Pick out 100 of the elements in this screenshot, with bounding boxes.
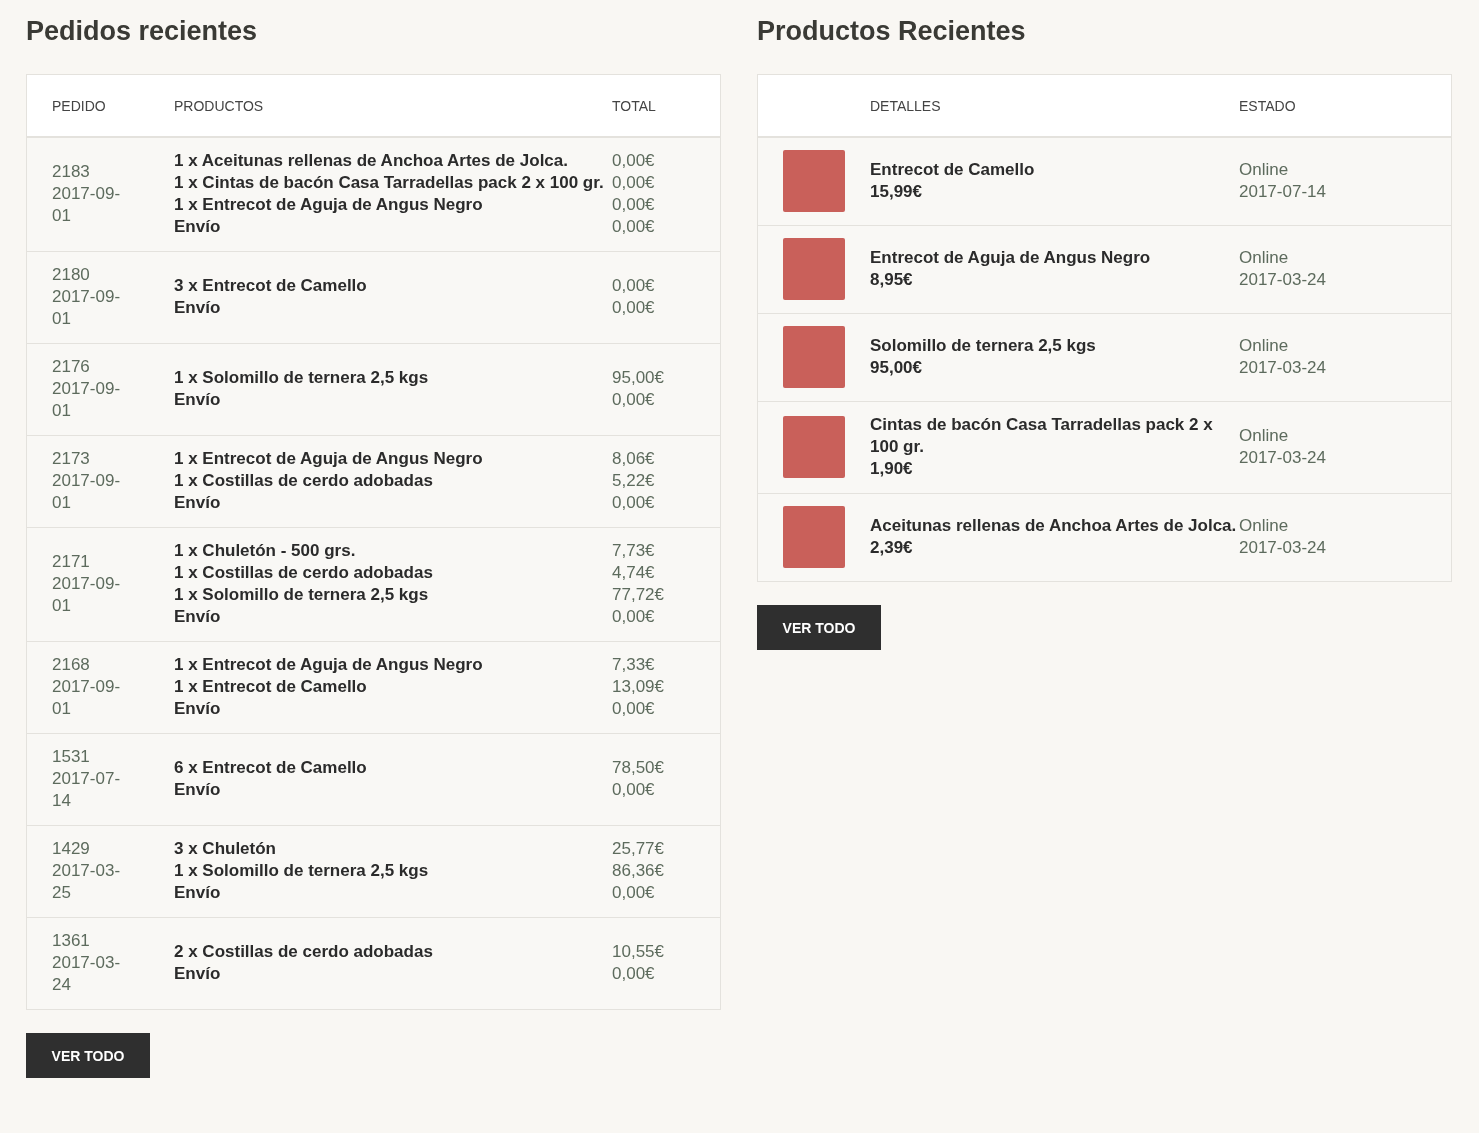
line-total: 78,50€ — [612, 757, 665, 779]
product-status: Online — [1239, 159, 1290, 181]
product-price: 8,95€ — [870, 269, 914, 291]
column-header: DETALLES — [870, 97, 942, 114]
order-number: 2180 — [52, 264, 91, 286]
line-total: 0,00€ — [612, 297, 656, 319]
order-line: 1 x Aceitunas rellenas de Anchoa Artes de Jolca. — [174, 150, 569, 172]
order-line: 1 x Solomillo de ternera 2,5 kgs — [174, 860, 430, 882]
order-number: 1361 — [52, 930, 91, 952]
order-number: 2183 — [52, 161, 91, 183]
line-total: 0,00€ — [612, 150, 656, 172]
product-date: 2017-03-24 — [1239, 447, 1327, 469]
product-status: Online — [1239, 335, 1290, 357]
line-total: 25,77€ — [612, 838, 665, 860]
line-total: 0,00€ — [612, 606, 656, 628]
order-line: 1 x Cintas de bacón Casa Tarradellas pack 2 x 100 gr. — [174, 172, 605, 194]
section-title: Pedidos recientes — [26, 15, 259, 48]
product-price: 95,00€ — [870, 357, 923, 379]
line-total: 13,09€ — [612, 676, 665, 698]
order-line: 1 x Costillas de cerdo adobadas — [174, 562, 434, 584]
product-name: Entrecot de Camello — [870, 159, 1036, 181]
order-line: Envío — [174, 606, 222, 628]
column-header: PRODUCTOS — [174, 97, 265, 114]
product-photo-placeholder — [783, 326, 845, 388]
line-total: 8,06€ — [612, 448, 656, 470]
order-line: 3 x Entrecot de Camello — [174, 275, 368, 297]
order-line: Envío — [174, 882, 222, 904]
line-total: 0,00€ — [612, 492, 656, 514]
column-header: TOTAL — [612, 97, 657, 114]
product-price: 15,99€ — [870, 181, 923, 203]
order-line: Envío — [174, 297, 222, 319]
product-name: Solomillo de ternera 2,5 kgs — [870, 335, 1097, 357]
order-date: 2017-09-01 — [52, 573, 122, 617]
order-date: 2017-07-14 — [52, 768, 122, 812]
order-number: 2173 — [52, 448, 91, 470]
product-status: Online — [1239, 515, 1290, 537]
product-date: 2017-07-14 — [1239, 181, 1327, 203]
view-all-button[interactable]: VER TODO — [26, 1033, 150, 1078]
line-total: 0,00€ — [612, 779, 656, 801]
line-total: 0,00€ — [612, 216, 656, 238]
product-name: Aceitunas rellenas de Anchoa Artes de Jolca. — [870, 515, 1238, 537]
order-line: 2 x Costillas de cerdo adobadas — [174, 941, 434, 963]
product-date: 2017-03-24 — [1239, 357, 1327, 379]
section-title: Productos Recientes — [757, 15, 1027, 48]
order-line: 1 x Entrecot de Aguja de Angus Negro — [174, 654, 484, 676]
order-line: 1 x Entrecot de Aguja de Angus Negro — [174, 448, 484, 470]
order-line: Envío — [174, 216, 222, 238]
product-price: 1,90€ — [870, 458, 914, 480]
order-line: 1 x Solomillo de ternera 2,5 kgs — [174, 367, 430, 389]
line-total: 4,74€ — [612, 562, 656, 584]
order-line: Envío — [174, 389, 222, 411]
order-line: 1 x Entrecot de Aguja de Angus Negro — [174, 194, 484, 216]
order-line: 3 x Chuletón — [174, 838, 277, 860]
line-total: 7,73€ — [612, 540, 656, 562]
order-line: 1 x Solomillo de ternera 2,5 kgs — [174, 584, 430, 606]
view-all-button[interactable]: VER TODO — [757, 605, 881, 650]
order-date: 2017-09-01 — [52, 183, 122, 227]
order-number: 2168 — [52, 654, 91, 676]
product-date: 2017-03-24 — [1239, 537, 1327, 559]
line-total: 95,00€ — [612, 367, 665, 389]
product-price: 2,39€ — [870, 537, 914, 559]
order-line: 6 x Entrecot de Camello — [174, 757, 368, 779]
order-number: 2176 — [52, 356, 91, 378]
order-line: 1 x Entrecot de Camello — [174, 676, 368, 698]
product-photo-placeholder — [783, 416, 845, 478]
order-date: 2017-09-01 — [52, 470, 122, 514]
line-total: 0,00€ — [612, 963, 656, 985]
line-total: 7,33€ — [612, 654, 656, 676]
order-number: 2171 — [52, 551, 91, 573]
line-total: 77,72€ — [612, 584, 665, 606]
order-date: 2017-09-01 — [52, 676, 122, 720]
order-date: 2017-03-24 — [52, 952, 122, 996]
order-line: Envío — [174, 698, 222, 720]
line-total: 10,55€ — [612, 941, 665, 963]
line-total: 0,00€ — [612, 389, 656, 411]
column-header: ESTADO — [1239, 97, 1297, 114]
product-status: Online — [1239, 425, 1290, 447]
order-date: 2017-03-25 — [52, 860, 122, 904]
line-total: 86,36€ — [612, 860, 665, 882]
order-line: Envío — [174, 779, 222, 801]
order-number: 1531 — [52, 746, 91, 768]
line-total: 0,00€ — [612, 172, 656, 194]
column-header: PEDIDO — [51, 97, 107, 114]
line-total: 0,00€ — [612, 698, 656, 720]
order-number: 1429 — [52, 838, 91, 860]
product-name: Entrecot de Aguja de Angus Negro — [870, 247, 1152, 269]
product-status: Online — [1239, 247, 1290, 269]
product-photo-placeholder — [783, 150, 845, 212]
order-line: 1 x Costillas de cerdo adobadas — [174, 470, 434, 492]
order-date: 2017-09-01 — [52, 378, 122, 422]
product-photo-placeholder — [783, 238, 845, 300]
line-total: 5,22€ — [612, 470, 656, 492]
product-date: 2017-03-24 — [1239, 269, 1327, 291]
line-total: 0,00€ — [612, 275, 656, 297]
order-line: Envío — [174, 492, 222, 514]
order-line: Envío — [174, 963, 222, 985]
order-line: 1 x Chuletón - 500 grs. — [174, 540, 357, 562]
line-total: 0,00€ — [612, 882, 656, 904]
order-date: 2017-09-01 — [52, 286, 122, 330]
product-name: Cintas de bacón Casa Tarradellas pack 2 x 100 gr. — [870, 414, 1214, 458]
